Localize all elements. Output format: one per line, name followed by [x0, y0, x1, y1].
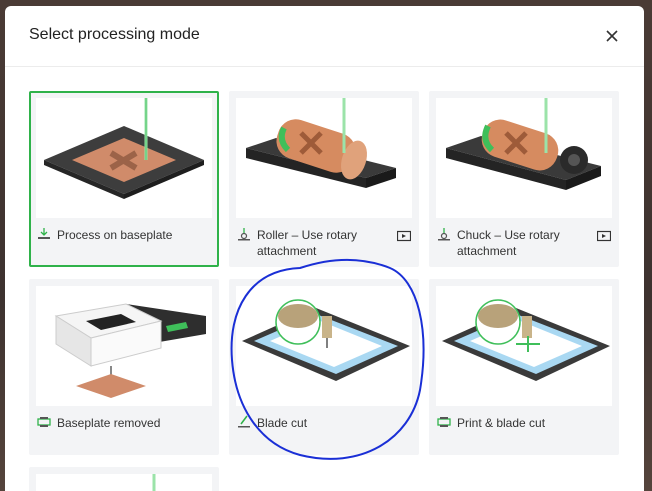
mode-label: Print & blade cut [457, 416, 546, 430]
printer-icon [437, 415, 451, 429]
processing-mode-dialog: Select processing mode Process on basepl… [5, 6, 644, 491]
mode-label: Roller – Use rotary attachment [257, 228, 358, 258]
video-icon[interactable] [596, 229, 612, 242]
chuck-icon [437, 227, 451, 241]
mode-card-baseplate-removed[interactable]: Baseplate removed [29, 279, 219, 455]
mode-card-chuck[interactable]: Chuck – Use rotary attachment [429, 91, 619, 267]
mode-label: Blade cut [257, 416, 308, 430]
blade-icon [237, 415, 251, 429]
baseplate-icon [37, 227, 51, 241]
baseplate-thumbnail [36, 98, 212, 218]
printer-icon [37, 415, 51, 429]
mode-card-partial[interactable] [29, 467, 219, 491]
mode-label: Chuck – Use rotary attachment [457, 228, 560, 258]
mode-card-roller[interactable]: Roller – Use rotary attachment [229, 91, 419, 267]
roller-thumbnail [236, 98, 412, 218]
mode-card-blade-cut[interactable]: Blade cut [229, 279, 419, 455]
mode-card-baseplate[interactable]: Process on baseplate [29, 91, 219, 267]
close-icon[interactable] [602, 26, 622, 46]
baseplate-removed-thumbnail [36, 286, 212, 406]
dialog-title: Select processing mode [29, 26, 200, 43]
mode-label: Process on baseplate [57, 228, 173, 242]
partial-thumbnail [36, 474, 212, 491]
chuck-thumbnail [436, 98, 612, 218]
blade-cut-thumbnail [236, 286, 412, 406]
mode-label: Baseplate removed [57, 416, 161, 430]
print-blade-cut-thumbnail [436, 286, 612, 406]
video-icon[interactable] [396, 229, 412, 242]
mode-card-print-blade-cut[interactable]: Print & blade cut [429, 279, 619, 455]
roller-icon [237, 227, 251, 241]
dialog-header: Select processing mode [5, 6, 644, 67]
